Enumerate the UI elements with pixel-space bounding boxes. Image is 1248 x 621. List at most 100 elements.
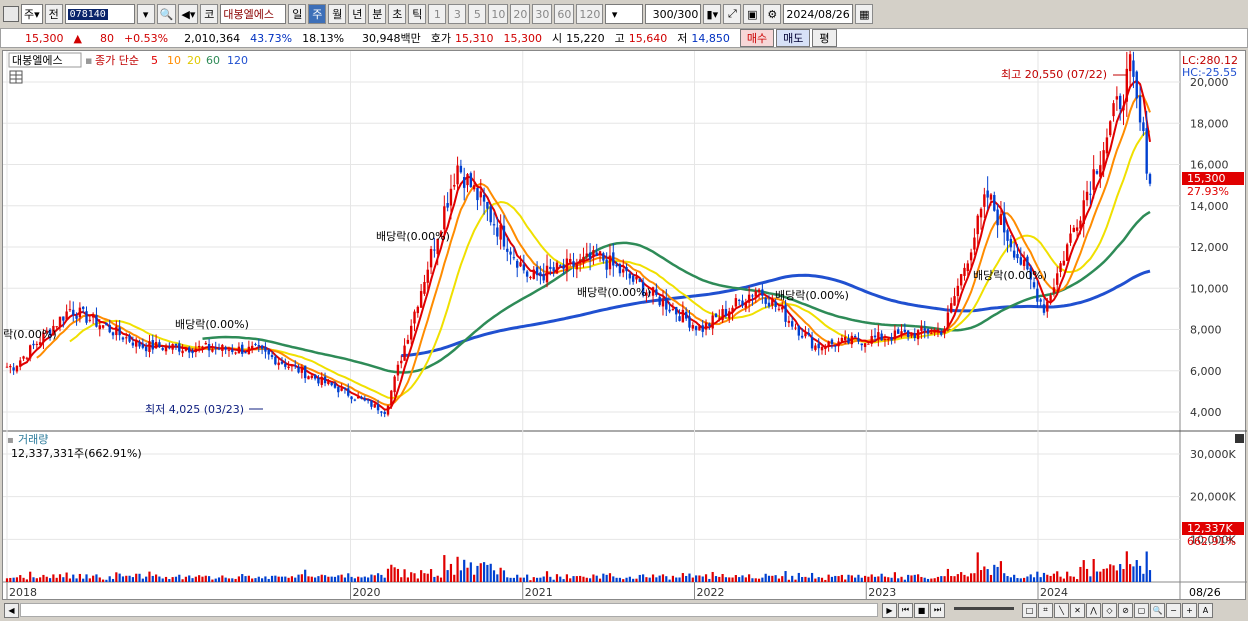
volume-bar: [1125, 551, 1128, 582]
period-week[interactable]: 주: [308, 4, 327, 24]
zoom-icon[interactable]: 🔍: [1150, 602, 1165, 618]
save-icon[interactable]: ▣: [743, 4, 762, 24]
dividend-label-4: 배당락(0.00%): [577, 286, 651, 299]
scroll-left-icon[interactable]: ◀: [4, 602, 19, 618]
eval-button[interactable]: 평: [812, 29, 837, 47]
volume-bar: [999, 561, 1003, 582]
scroll-right-icon[interactable]: ▶: [882, 602, 897, 618]
prev-button[interactable]: 전: [44, 4, 63, 24]
tools-icon[interactable]: ⤢: [723, 4, 742, 24]
period-minute[interactable]: 분: [368, 4, 387, 24]
panel-close-icon[interactable]: [1235, 434, 1244, 443]
font-size-icon[interactable]: A: [1198, 602, 1213, 618]
draw-tool-5-icon[interactable]: ⋀: [1086, 602, 1101, 618]
candle-body: [363, 398, 367, 401]
candle-body: [794, 327, 797, 329]
market-select[interactable]: 주 ▾: [21, 4, 43, 24]
candle-body: [214, 347, 217, 349]
volume-bar: [1148, 570, 1152, 582]
stock-chart[interactable]: 대봉엘에스 ▪ 종가 단순 5 10 20 60 120 LC:280.12 H…: [2, 38, 1247, 600]
calendar-icon[interactable]: ▦: [855, 4, 874, 24]
draw-tool-1-icon[interactable]: □: [1022, 602, 1037, 618]
volume-bar: [121, 576, 125, 582]
stop-icon[interactable]: ■: [914, 602, 929, 618]
candle-body: [781, 307, 784, 310]
interval-1[interactable]: 1: [428, 4, 447, 24]
volume-bar: [393, 567, 396, 582]
interval-5[interactable]: 5: [468, 4, 487, 24]
candle-type-icon[interactable]: ▮▾: [703, 4, 722, 24]
candle-body: [1052, 287, 1056, 294]
candle-body: [38, 342, 42, 346]
candle-body: [562, 264, 565, 269]
price-tick-label: 16,000: [1190, 159, 1229, 172]
market-prefix[interactable]: 코: [200, 4, 219, 24]
candle-body: [784, 304, 787, 322]
zoom-in-icon[interactable]: +: [1182, 602, 1197, 618]
code-dropdown-icon[interactable]: ▾: [136, 4, 155, 24]
volume-bar: [890, 577, 893, 582]
buy-button[interactable]: 매수: [739, 29, 775, 47]
candle-body: [244, 352, 247, 354]
volume-bar: [754, 578, 757, 582]
draw-tool-7-icon[interactable]: ⊘: [1118, 602, 1133, 618]
zoom-slider[interactable]: [954, 607, 1014, 613]
period-month[interactable]: 월: [328, 4, 347, 24]
candle-body: [453, 185, 456, 187]
candle-body: [128, 335, 131, 342]
interval-30[interactable]: 30: [532, 4, 553, 24]
interval-20[interactable]: 20: [510, 4, 531, 24]
candle-body: [161, 348, 164, 350]
price-y-ticks: 20,000 18,000 16,000 14,000 12,000 10,000 8,00…: [1190, 76, 1229, 419]
volume-bar: [62, 577, 65, 582]
sell-button[interactable]: 매도: [776, 29, 811, 47]
search-icon[interactable]: 🔍: [156, 4, 177, 24]
volume-bar: [830, 576, 834, 582]
volume-bar: [920, 576, 923, 582]
interval-120[interactable]: 120: [576, 4, 604, 24]
custom-interval-select[interactable]: ▾: [605, 4, 644, 24]
year-label: 2024: [1040, 586, 1068, 599]
volume-bar: [105, 579, 108, 582]
volume-bar: [270, 575, 274, 582]
candle-body: [1022, 259, 1026, 266]
ma-10-legend: 10: [167, 54, 181, 67]
window-icon[interactable]: [3, 6, 19, 22]
gear-icon[interactable]: ⚙: [763, 4, 782, 24]
count-input[interactable]: 300/300: [645, 4, 702, 24]
fast-forward-icon[interactable]: ⏭: [930, 602, 945, 618]
volume-bar: [257, 576, 260, 582]
period-year[interactable]: 년: [348, 4, 367, 24]
draw-tool-3-icon[interactable]: ╲: [1054, 602, 1069, 618]
interval-3[interactable]: 3: [448, 4, 467, 24]
candle-body: [953, 296, 956, 306]
volume-bar: [413, 573, 416, 582]
code-input[interactable]: 078140: [64, 4, 135, 24]
candle-body: [863, 343, 867, 347]
draw-tool-4-icon[interactable]: ✕: [1070, 602, 1085, 618]
volume-bar: [708, 578, 711, 582]
draw-tool-6-icon[interactable]: ◇: [1102, 602, 1117, 618]
interval-60[interactable]: 60: [554, 4, 575, 24]
zoom-out-icon[interactable]: −: [1166, 602, 1181, 618]
speaker-icon[interactable]: ◀▾: [178, 4, 199, 24]
period-tick[interactable]: 틱: [408, 4, 427, 24]
volume-bar: [188, 575, 191, 582]
period-second[interactable]: 초: [388, 4, 407, 24]
volume-bar: [426, 573, 429, 582]
volume-bar: [429, 569, 433, 582]
rewind-icon[interactable]: ⏮: [898, 602, 913, 618]
price-change: 80: [99, 31, 114, 45]
candle-body: [860, 343, 863, 346]
candle-body: [294, 365, 297, 367]
volume-bar: [145, 576, 148, 582]
candle-body: [950, 303, 953, 313]
draw-tool-2-icon[interactable]: ⌗: [1038, 602, 1053, 618]
candle-body: [310, 375, 313, 378]
draw-tool-8-icon[interactable]: ▢: [1134, 602, 1149, 618]
date-input[interactable]: 2024/08/26: [783, 4, 854, 24]
interval-10[interactable]: 10: [488, 4, 509, 24]
horizontal-scrollbar[interactable]: [20, 603, 878, 617]
period-day[interactable]: 일: [288, 4, 307, 24]
volume-bar: [685, 575, 688, 582]
